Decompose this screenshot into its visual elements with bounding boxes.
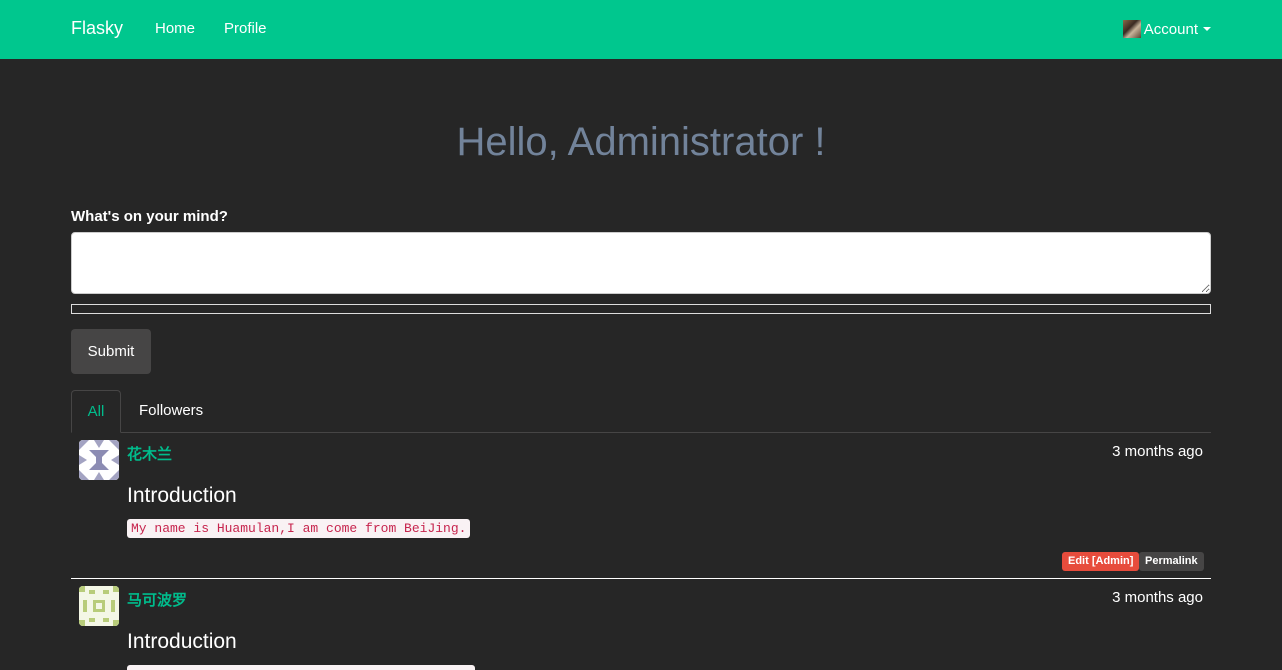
edit-admin-button[interactable]: Edit [Admin] [1062, 552, 1140, 571]
submit-button[interactable]: Submit [71, 329, 151, 374]
account-dropdown[interactable]: Account [1122, 20, 1211, 38]
nav-profile-link[interactable]: Profile [224, 20, 267, 37]
post-item: 花木兰 3 months ago Introduction My name is… [71, 440, 1211, 578]
post-author-link[interactable]: 马可波罗 [127, 589, 187, 610]
post-divider [71, 578, 1211, 579]
post-preview [71, 304, 1211, 314]
page-title: Hello, Administrator ! [456, 120, 826, 164]
account-label: Account [1143, 20, 1198, 38]
navbar: Flasky Home Profile Account [0, 0, 1282, 59]
identicon-icon [79, 440, 119, 480]
post-date: 3 months ago [1112, 443, 1203, 460]
post-author-link[interactable]: 花木兰 [127, 443, 172, 464]
post-body-label: What's on your mind? [71, 208, 228, 225]
author-avatar[interactable] [79, 440, 119, 480]
post-tabs: All Followers [71, 390, 1211, 433]
caret-down-icon [1203, 27, 1211, 31]
post-item: 马可波罗 3 months ago Introduction [71, 586, 1211, 670]
post-title: Introduction [127, 484, 237, 507]
post-code [127, 665, 475, 670]
author-avatar[interactable] [79, 586, 119, 626]
brand-link[interactable]: Flasky [71, 18, 123, 39]
account-avatar [1122, 20, 1141, 38]
tab-followers[interactable]: Followers [139, 390, 203, 433]
nav-home-link[interactable]: Home [155, 20, 195, 37]
identicon-icon [79, 586, 119, 626]
post-code: My name is Huamulan,I am come from BeiJi… [127, 519, 471, 538]
tab-all[interactable]: All [71, 390, 121, 433]
post-body-textarea[interactable] [71, 232, 1211, 294]
post-date: 3 months ago [1112, 589, 1203, 606]
post-title: Introduction [127, 630, 237, 653]
permalink-button[interactable]: Permalink [1139, 552, 1204, 571]
